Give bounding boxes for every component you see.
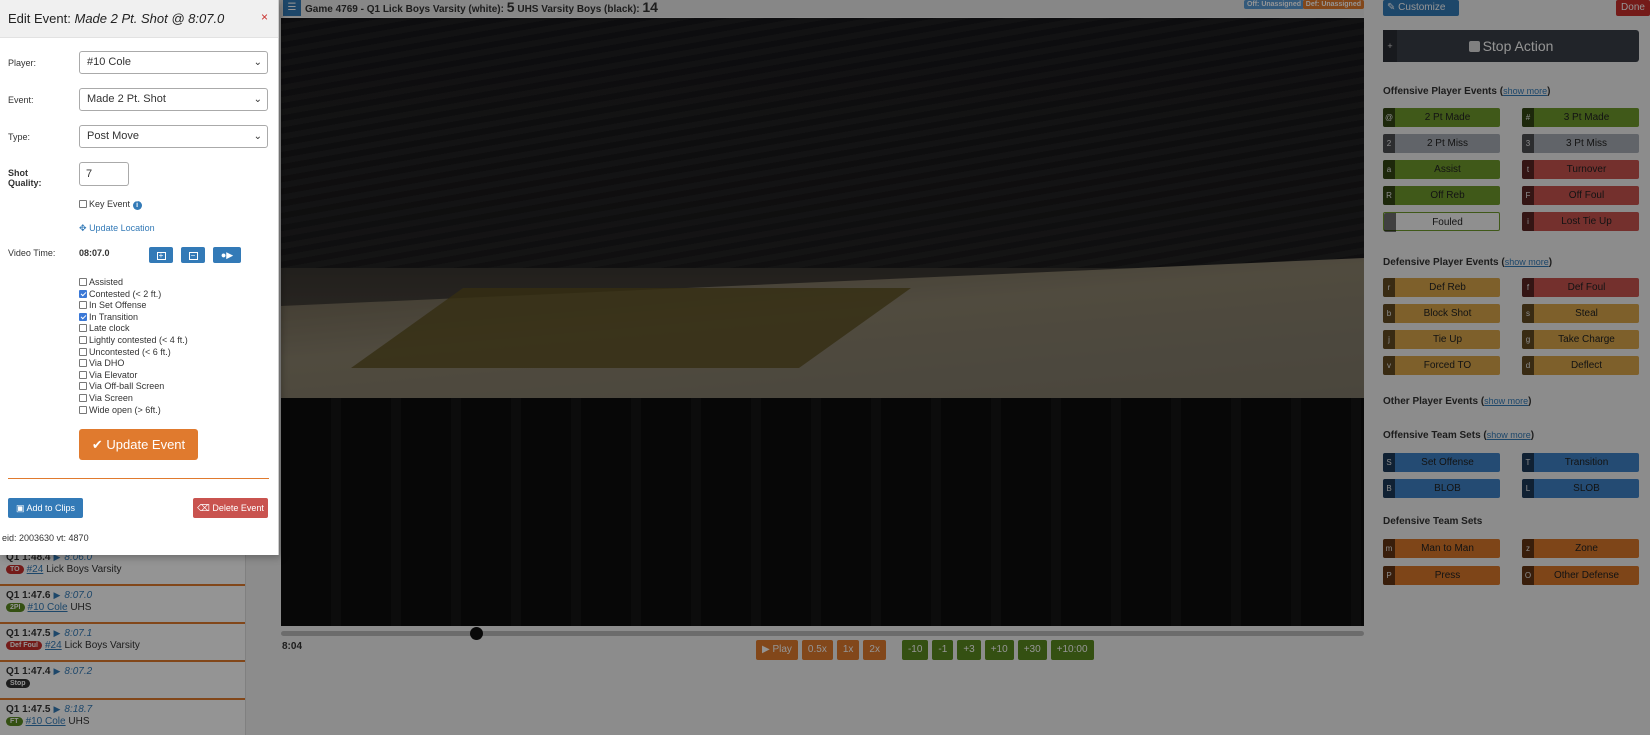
type-select[interactable]: Post Move ⌄ bbox=[79, 125, 268, 148]
checkbox-box[interactable] bbox=[79, 405, 87, 414]
key-event-label: Key Event bbox=[89, 199, 131, 209]
video-time-minus-button[interactable]: − bbox=[181, 247, 205, 263]
checkbox-box[interactable] bbox=[79, 359, 87, 368]
delete-event-label: Delete Event bbox=[212, 502, 264, 513]
video-camera-button[interactable]: ●▶ bbox=[213, 247, 241, 263]
chevron-down-icon: ⌄ bbox=[253, 131, 262, 142]
attribute-late-clock-checkbox[interactable]: Late clock bbox=[79, 323, 130, 334]
player-select-value: #10 Cole bbox=[87, 56, 132, 68]
attribute-via-dho-checkbox[interactable]: Via DHO bbox=[79, 358, 124, 369]
modal-header: Edit Event: Made 2 Pt. Shot @ 8:07.0 × bbox=[0, 0, 278, 38]
shot-quality-label-line1: Shot bbox=[8, 168, 28, 178]
checkbox-box[interactable] bbox=[79, 278, 87, 286]
attribute-wide-open-6ft-checkbox[interactable]: Wide open (> 6ft.) bbox=[79, 405, 161, 416]
player-select[interactable]: #10 Cole ⌄ bbox=[79, 51, 268, 74]
chevron-down-icon: ⌄ bbox=[253, 57, 262, 68]
checkbox-box[interactable] bbox=[79, 370, 87, 379]
attribute-via-screen-checkbox[interactable]: Via Screen bbox=[79, 393, 133, 404]
player-label: Player: bbox=[8, 58, 37, 68]
update-event-label: Update Event bbox=[106, 436, 186, 452]
checkbox-box[interactable] bbox=[79, 324, 87, 333]
checkbox-box[interactable] bbox=[79, 301, 87, 310]
shot-quality-input[interactable] bbox=[79, 162, 129, 186]
video-time-plus-button[interactable]: + bbox=[149, 247, 173, 263]
add-clips-label: Add to Clips bbox=[26, 502, 76, 513]
checkbox-box[interactable] bbox=[79, 382, 87, 391]
attribute-in-transition-checkbox[interactable]: In Transition bbox=[79, 312, 138, 323]
video-time-label: Video Time: bbox=[8, 248, 56, 258]
type-select-value: Post Move bbox=[87, 130, 139, 142]
attribute-via-elevator-checkbox[interactable]: Via Elevator bbox=[79, 370, 137, 381]
minus-icon: − bbox=[188, 252, 198, 260]
add-to-clips-button[interactable]: ▣ Add to Clips bbox=[8, 498, 83, 518]
modal-title-event: Made 2 Pt. Shot @ 8:07.0 bbox=[74, 11, 225, 26]
attribute-uncontested-6-ft-checkbox[interactable]: Uncontested (< 6 ft.) bbox=[79, 347, 171, 358]
trash-icon: ⌫ bbox=[197, 502, 210, 513]
attribute-label: Late clock bbox=[89, 323, 130, 334]
attribute-label: Via Screen bbox=[89, 393, 133, 403]
shot-quality-label-line2: Quality: bbox=[8, 178, 42, 188]
attribute-label: Via Off-ball Screen bbox=[89, 381, 165, 392]
attribute-label: Uncontested (< 6 ft.) bbox=[89, 346, 171, 357]
attribute-label: Contested (< 2 ft.) bbox=[89, 288, 162, 299]
attribute-label: In Set Offense bbox=[89, 300, 147, 311]
event-select[interactable]: Made 2 Pt. Shot ⌄ bbox=[79, 88, 268, 111]
film-icon: ▣ bbox=[15, 502, 25, 513]
video-time-value: 08:07.0 bbox=[79, 248, 110, 258]
attribute-label: Via DHO bbox=[89, 358, 125, 369]
checkbox-box[interactable] bbox=[79, 347, 87, 356]
event-id-line: eid: 2003630 vt: 4870 bbox=[2, 533, 89, 543]
attribute-label: Via Elevator bbox=[89, 369, 138, 380]
update-event-button[interactable]: ✔ Update Event bbox=[79, 429, 198, 460]
attribute-label: In Transition bbox=[89, 311, 139, 322]
checkbox-box[interactable] bbox=[79, 289, 87, 298]
plus-icon: + bbox=[156, 252, 166, 260]
video-camera-icon: ●▶ bbox=[220, 250, 234, 260]
delete-event-button[interactable]: ⌫ Delete Event bbox=[193, 498, 268, 518]
close-icon[interactable]: × bbox=[261, 10, 268, 24]
attribute-label: Wide open (> 6ft.) bbox=[89, 404, 161, 415]
update-location-link[interactable]: ✥ Update Location bbox=[79, 223, 155, 234]
chevron-down-icon: ⌄ bbox=[253, 94, 262, 105]
event-select-value: Made 2 Pt. Shot bbox=[87, 93, 166, 105]
event-label: Event: bbox=[8, 95, 34, 105]
type-label: Type: bbox=[8, 132, 31, 142]
update-location-label: Update Location bbox=[89, 223, 155, 233]
modal-title-prefix: Edit Event: bbox=[8, 11, 71, 26]
check-icon: ✔ bbox=[91, 436, 103, 452]
checkbox-box[interactable] bbox=[79, 336, 87, 344]
checkbox-box[interactable] bbox=[79, 312, 87, 321]
crosshair-icon: ✥ bbox=[79, 223, 87, 233]
attribute-contested-2-ft-checkbox[interactable]: Contested (< 2 ft.) bbox=[79, 289, 161, 300]
edit-event-modal: Edit Event: Made 2 Pt. Shot @ 8:07.0 × P… bbox=[0, 0, 279, 555]
attribute-via-off-ball-screen-checkbox[interactable]: Via Off-ball Screen bbox=[79, 381, 164, 392]
attribute-assisted-checkbox[interactable]: Assisted bbox=[79, 277, 123, 288]
checkbox-box[interactable] bbox=[79, 200, 87, 208]
checkbox-box[interactable] bbox=[79, 394, 87, 402]
key-event-checkbox[interactable]: Key Event i bbox=[79, 199, 142, 210]
modal-divider bbox=[8, 478, 269, 479]
attribute-label: Assisted bbox=[89, 277, 124, 287]
attribute-lightly-contested-4-ft-checkbox[interactable]: Lightly contested (< 4 ft.) bbox=[79, 335, 188, 346]
attribute-in-set-offense-checkbox[interactable]: In Set Offense bbox=[79, 300, 146, 311]
info-icon[interactable]: i bbox=[132, 201, 142, 210]
shot-quality-label: Shot Quality: bbox=[8, 168, 42, 188]
attribute-label: Lightly contested (< 4 ft.) bbox=[89, 335, 188, 345]
